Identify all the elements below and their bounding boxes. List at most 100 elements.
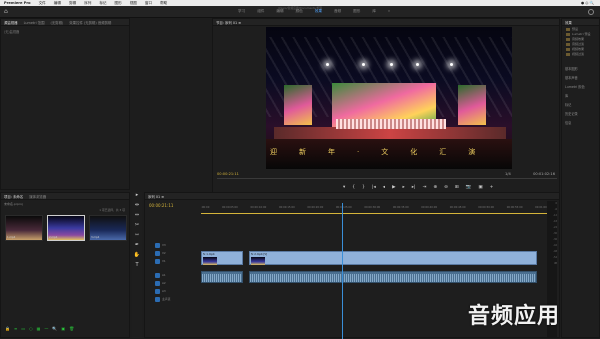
button-editor-icon[interactable]: + <box>490 185 494 190</box>
video-clip[interactable]: fx 2.mp4 [V] <box>249 251 537 265</box>
menubar-status-icons[interactable]: ● ◎ 🔍 <box>581 1 600 5</box>
icon-view-icon[interactable]: ▭ <box>21 326 25 331</box>
menu-edit[interactable]: 编辑 <box>54 1 61 6</box>
workspace-tab-editing[interactable]: 编辑 <box>276 9 283 14</box>
menu-markers[interactable]: 标记 <box>99 1 106 6</box>
step-back-icon[interactable]: ◂ <box>383 185 385 190</box>
slip-tool-icon[interactable]: ⇿ <box>132 232 142 242</box>
safe-margins-icon[interactable]: ▣ <box>478 185 482 190</box>
type-tool-icon[interactable]: T <box>132 262 142 272</box>
insert-icon[interactable]: ⊕ <box>433 185 437 190</box>
project-item-thumbnail[interactable]: 2.mp4 <box>47 215 85 241</box>
track-target-icon[interactable] <box>155 250 160 256</box>
new-bin-icon[interactable]: ▣ <box>61 326 65 331</box>
export-frame-icon[interactable]: 📷 <box>466 185 472 190</box>
tab-lumetri-scopes[interactable]: Lumetri 范围 <box>24 20 45 25</box>
go-to-in-icon[interactable]: |◂ <box>372 185 376 190</box>
sort-icon[interactable]: ▦ <box>37 326 41 331</box>
search-icon[interactable] <box>588 9 594 15</box>
tab-program[interactable]: 节目: 序列 01 ≡ <box>216 20 241 25</box>
menu-help[interactable]: 帮助 <box>160 1 167 6</box>
add-marker-icon[interactable]: ▾ <box>343 185 345 190</box>
menu-file[interactable]: 文件 <box>39 1 46 6</box>
track-header[interactable]: A3 <box>155 287 199 295</box>
track-header[interactable]: 主声道 <box>155 295 199 303</box>
effects-folder[interactable]: 视频过渡 <box>566 52 595 57</box>
tab-source-monitor[interactable]: 源监视器 <box>4 20 18 25</box>
source-dropdown[interactable]: (无)监视器 <box>4 29 126 34</box>
audio-clip[interactable] <box>201 271 243 283</box>
tab-media-browser[interactable]: 媒体浏览器 <box>29 194 46 199</box>
workspace-tab-color[interactable]: 颜色 <box>296 9 303 14</box>
panel-essential-graphics[interactable]: 基本图形 <box>562 64 599 73</box>
go-to-out-icon[interactable]: ▸| <box>412 185 416 190</box>
menu-clip[interactable]: 剪辑 <box>69 1 76 6</box>
zoom-level[interactable]: 1/4 <box>505 172 511 176</box>
menu-view[interactable]: 视图 <box>130 1 137 6</box>
audio-clip[interactable] <box>249 271 537 283</box>
program-timecode[interactable]: 00:00:21:11 <box>217 172 239 176</box>
panel-essential-sound[interactable]: 基本声音 <box>562 73 599 82</box>
panel-history[interactable]: 历史记录 <box>562 109 599 118</box>
timeline-ruler[interactable]: :00:00 00:00:05:00 00:00:10:00 00:00:15:… <box>201 206 551 212</box>
playhead[interactable] <box>342 203 343 339</box>
find-icon[interactable]: 🔍 <box>52 326 57 331</box>
menu-window[interactable]: 窗口 <box>145 1 152 6</box>
lift-icon[interactable]: ⇥ <box>423 185 427 190</box>
tab-sequence[interactable]: 序列 01 ≡ <box>148 194 164 199</box>
menu-sequence[interactable]: 序列 <box>84 1 91 6</box>
pen-tool-icon[interactable]: ✒ <box>132 242 142 252</box>
project-item-thumbnail[interactable]: 1.mp4 <box>5 215 43 241</box>
workspace-tab-effects[interactable]: 效果 <box>315 9 322 14</box>
track-target-icon[interactable] <box>155 258 160 264</box>
video-clip[interactable]: fx 1.mp4 <box>201 251 243 265</box>
panel-lumetri-color[interactable]: Lumetri 颜色 <box>562 82 599 91</box>
workspace-tab-more[interactable]: » <box>388 9 390 14</box>
home-icon[interactable]: ⌂ <box>4 9 10 15</box>
ripple-edit-tool-icon[interactable]: ⇔ <box>132 212 142 222</box>
mark-in-icon[interactable]: { <box>352 185 355 190</box>
timeline-timecode[interactable]: 00:00:21:11 <box>149 203 173 208</box>
lock-icon[interactable]: 🔒 <box>5 326 10 331</box>
program-scrub-bar[interactable] <box>217 178 557 182</box>
mark-out-icon[interactable]: } <box>362 185 365 190</box>
razor-tool-icon[interactable]: ✂ <box>132 222 142 232</box>
workspace-tab-libraries[interactable]: 库 <box>372 9 376 14</box>
panel-info[interactable]: 信息 <box>562 118 599 127</box>
program-video-frame[interactable]: 迎新年·文化汇演 <box>266 27 512 169</box>
tab-no-clip[interactable]: (无剪辑) <box>50 20 63 25</box>
effects-panel-title[interactable]: 效果 <box>565 20 572 25</box>
step-forward-icon[interactable]: ▸ <box>403 185 405 190</box>
track-select-tool-icon[interactable]: ⇹ <box>132 202 142 212</box>
freeform-view-icon[interactable]: ○ <box>29 326 33 331</box>
track-header[interactable]: V1 <box>155 257 199 265</box>
selection-tool-icon[interactable]: ▸ <box>132 192 142 202</box>
extract-icon[interactable]: ⊖ <box>444 185 448 190</box>
tab-project[interactable]: 项目: 未命名 <box>4 194 23 199</box>
compare-icon[interactable]: ⊞ <box>455 185 459 190</box>
workspace-tab-graphics[interactable]: 图形 <box>353 9 360 14</box>
project-item-thumbnail[interactable]: 3.mp4 <box>89 215 127 241</box>
track-target-icon[interactable] <box>155 272 160 278</box>
panel-markers[interactable]: 标记 <box>562 100 599 109</box>
play-icon[interactable]: ▶ <box>392 185 395 190</box>
tab-effect-controls[interactable]: 效果控件 (无剪辑) 音频剪辑 <box>69 20 111 25</box>
track-target-icon[interactable] <box>155 280 160 286</box>
panel-libraries[interactable]: 库 <box>562 91 599 100</box>
track-target-icon[interactable] <box>155 242 160 248</box>
track-header[interactable]: A2 <box>155 279 199 287</box>
list-view-icon[interactable]: ≡ <box>14 326 17 331</box>
workspace-tab-audio[interactable]: 音频 <box>334 9 341 14</box>
track-target-icon[interactable] <box>155 288 160 294</box>
app-name[interactable]: Premiere Pro <box>4 1 31 5</box>
work-area-bar[interactable] <box>201 213 551 214</box>
track-header[interactable]: A1 <box>155 271 199 279</box>
workspace-tab-learn[interactable]: 学习 <box>238 9 245 14</box>
track-header[interactable]: V3 <box>155 241 199 249</box>
hand-tool-icon[interactable]: ✋ <box>132 252 142 262</box>
workspace-tab-assembly[interactable]: 组件 <box>257 9 264 14</box>
trash-icon[interactable]: 🗑 <box>69 326 74 331</box>
menu-graphics[interactable]: 图形 <box>115 1 122 6</box>
track-target-icon[interactable] <box>155 296 160 302</box>
zoom-slider-icon[interactable]: — <box>44 326 48 331</box>
